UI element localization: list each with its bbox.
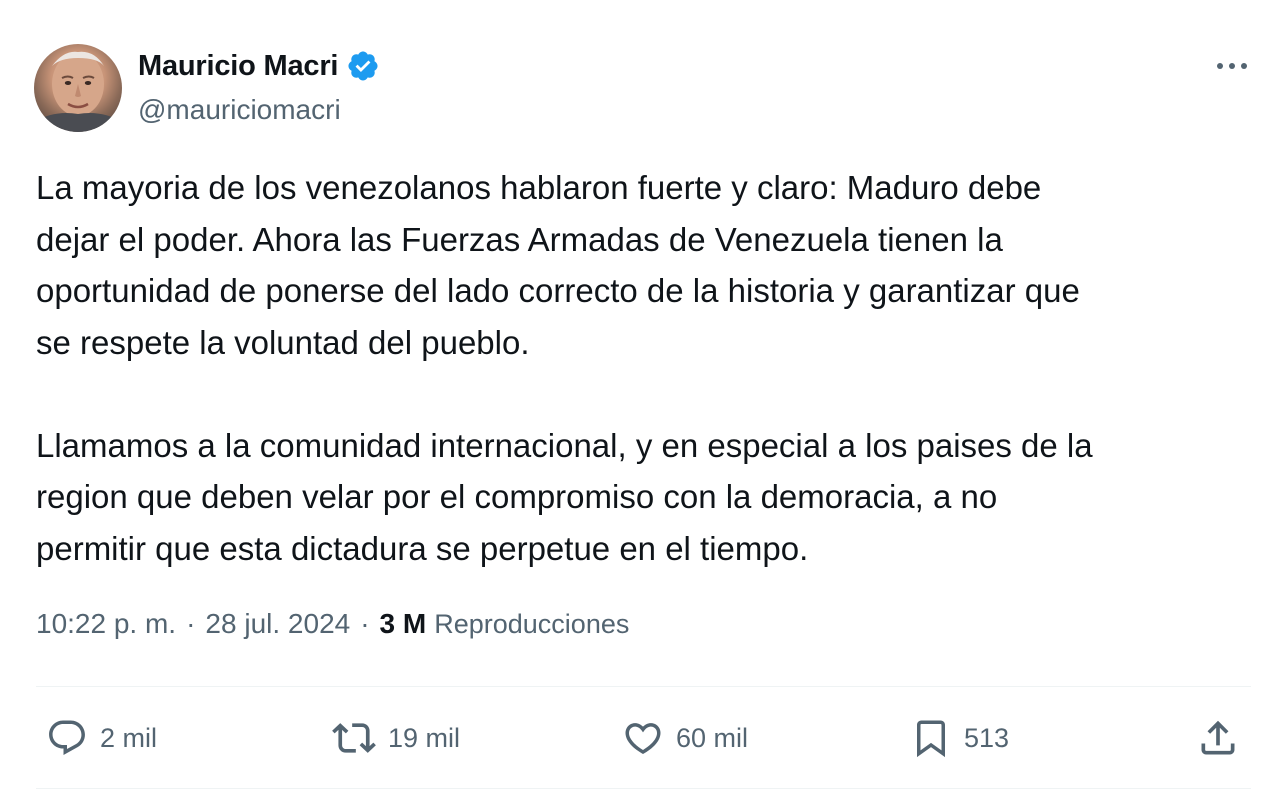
bookmark-count: 513: [964, 722, 1010, 753]
views-label[interactable]: Reproducciones: [434, 609, 629, 640]
retweet-icon: [332, 716, 376, 760]
tweet-time[interactable]: 10:22 p. m.: [36, 608, 176, 640]
bookmark-icon: [910, 717, 952, 759]
divider: [36, 686, 1251, 687]
action-bar: 2 mil 19 mil 60 mil 513: [0, 708, 1280, 768]
more-icon[interactable]: [1214, 48, 1250, 84]
tweet-date[interactable]: 28 jul. 2024: [205, 608, 350, 640]
avatar[interactable]: [34, 44, 122, 132]
divider: [36, 788, 1251, 789]
share-icon: [1196, 716, 1240, 760]
author-handle[interactable]: @mauriciomacri: [138, 94, 380, 126]
meta-separator: ·: [360, 608, 370, 639]
views-count[interactable]: 3 M: [380, 608, 427, 640]
author-name-row: Mauricio Macri: [138, 44, 380, 88]
tweet-meta: 10:22 p. m. · 28 jul. 2024 · 3 M Reprodu…: [36, 608, 629, 640]
meta-separator: ·: [186, 608, 196, 639]
tweet-text: La mayoria de los venezolanos hablaron f…: [36, 169, 1093, 567]
verified-badge-icon[interactable]: [346, 49, 380, 83]
avatar-portrait: [34, 51, 122, 132]
tweet-card: Mauricio Macri @mauriciomacri La mayoria…: [0, 0, 1280, 806]
like-count: 60 mil: [676, 722, 749, 753]
retweet-button[interactable]: 19 mil: [332, 708, 460, 768]
like-button[interactable]: 60 mil: [622, 708, 748, 768]
heart-icon: [622, 717, 664, 759]
reply-button[interactable]: 2 mil: [46, 708, 157, 768]
author-block: Mauricio Macri @mauriciomacri: [138, 44, 380, 126]
reply-icon: [46, 717, 88, 759]
author-display-name[interactable]: Mauricio Macri: [138, 50, 338, 83]
reply-count: 2 mil: [100, 722, 158, 753]
bookmark-button[interactable]: 513: [910, 708, 1009, 768]
retweet-count: 19 mil: [388, 722, 461, 753]
share-button[interactable]: [1196, 708, 1240, 768]
